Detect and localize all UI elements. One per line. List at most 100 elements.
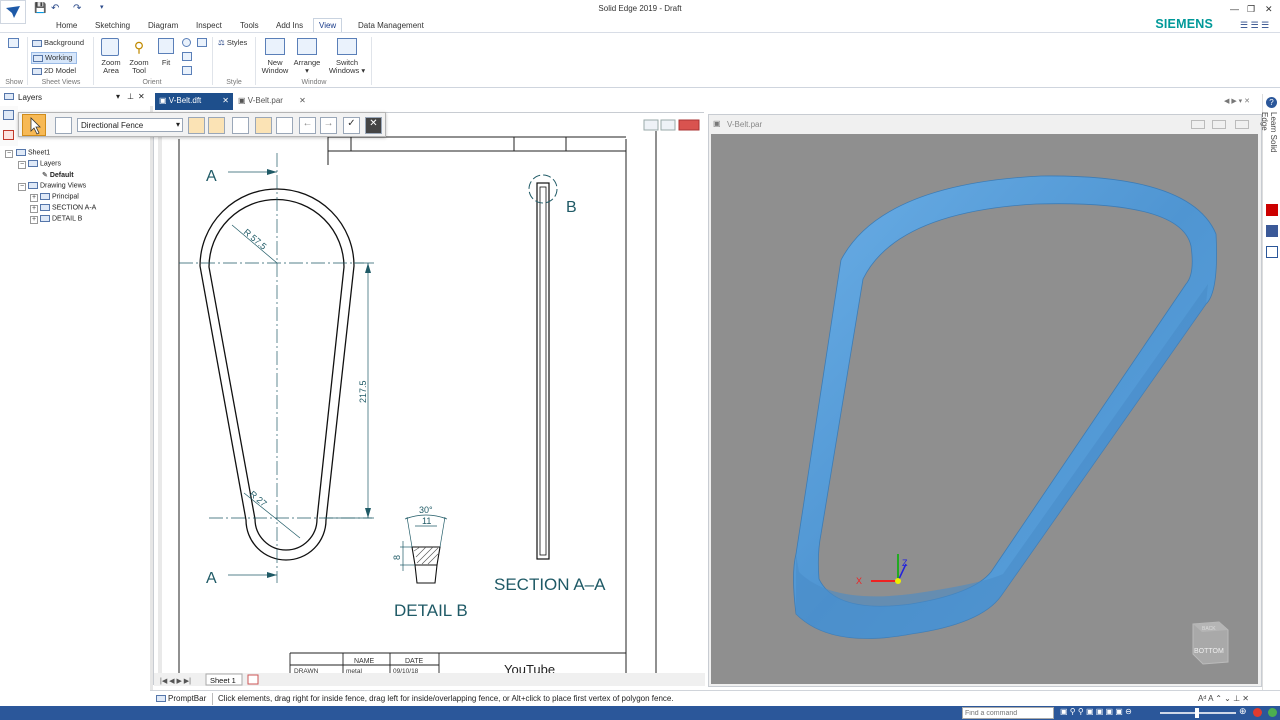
background-button[interactable]: Background [32, 39, 84, 47]
fence-check-icon[interactable] [232, 117, 249, 134]
redo-icon[interactable]: ↷ [73, 3, 81, 14]
styles-icon: ⚖ [218, 38, 225, 47]
tab-tools[interactable]: Tools [240, 21, 259, 30]
part-viewport[interactable]: X Z BACK BOTTOM [711, 134, 1258, 684]
zoom-tool-button[interactable]: ⚲ Zoom Tool [127, 38, 151, 75]
fit-icon [158, 38, 174, 54]
zoom-icon[interactable] [182, 38, 191, 47]
tab-view[interactable]: View [313, 18, 343, 32]
select-arrow-icon[interactable] [22, 114, 46, 136]
tree-view-section-a-a[interactable]: SECTION A-A [40, 204, 96, 211]
background-icon [32, 39, 42, 47]
title-block-date: DATE [405, 658, 423, 665]
part-window[interactable]: ▣ V-Belt.par X Z BACK BOTTOM [708, 114, 1262, 687]
zoom-area-button[interactable]: Zoom Area [99, 38, 123, 75]
tab-inspect[interactable]: Inspect [196, 21, 222, 30]
fence-mode-select[interactable]: Directional Fence ▾ [77, 118, 183, 132]
previous-view-icon[interactable] [182, 52, 192, 61]
fence-select-icon[interactable] [188, 117, 205, 134]
panel-dropdown-icon[interactable]: ▾ [116, 92, 120, 101]
2d-model-button[interactable]: 2D Model [32, 67, 76, 75]
panel-icon[interactable] [1266, 246, 1278, 258]
zoom-in-icon[interactable]: ⊕ [1239, 706, 1247, 717]
sheet-tab[interactable]: Sheet 1 [210, 676, 236, 685]
tree-view-detail-b[interactable]: DETAIL B [40, 215, 82, 222]
doc-tab-part[interactable]: ▣ V-Belt.par ✕ [238, 96, 306, 105]
doc-tab-draft[interactable]: ▣ V-Belt.dft ✕ [155, 93, 233, 110]
styles-button[interactable]: ⚖ Styles [218, 39, 247, 47]
facebook-icon[interactable] [1266, 225, 1278, 237]
rotate-icon[interactable] [182, 66, 192, 75]
axis-z-label: Z [902, 558, 908, 568]
tree-view-principal[interactable]: Principal [40, 193, 79, 200]
show-icon[interactable] [8, 38, 19, 48]
tree-sheet1[interactable]: Sheet1 [16, 149, 50, 156]
options-list-icon[interactable] [55, 117, 72, 134]
prompt-options-icons[interactable]: Aᵈ A ⌃ ⌄ ⊥ ✕ [1198, 694, 1249, 703]
save-icon[interactable]: 💾 [34, 3, 46, 14]
tab-diagram[interactable]: Diagram [148, 21, 178, 30]
restore-icon[interactable]: ❐ [1247, 4, 1255, 15]
cancel-x-icon[interactable]: ✕ [365, 117, 382, 134]
fence-rect-icon[interactable] [255, 117, 272, 134]
working-button[interactable]: Working [31, 52, 77, 64]
accept-check-icon[interactable]: ✓ [343, 117, 360, 134]
youtube-icon[interactable] [1266, 204, 1278, 216]
learn-solid-edge-tab[interactable]: Learn Solid Edge [1260, 112, 1278, 172]
delete-layer-icon[interactable] [3, 130, 14, 140]
arrange-button[interactable]: Arrange ▾ [291, 38, 323, 75]
help-icon[interactable]: ? [1266, 97, 1277, 108]
drawing-sheet[interactable]: A A R 57.5 R 27 217.5 B SECTION A–A 30° … [154, 113, 705, 686]
part-minimize-icon[interactable] [1191, 120, 1205, 129]
tab-scroll-icons[interactable]: ◀ ▶ ▾ ✕ [1224, 97, 1250, 105]
promptbar-label[interactable]: PromptBar [156, 694, 206, 703]
find-command-input[interactable] [962, 707, 1054, 719]
minimize-icon[interactable]: — [1230, 4, 1239, 14]
record-icon[interactable] [1253, 708, 1262, 717]
dim-height: 8 [392, 555, 402, 560]
application-button[interactable] [0, 0, 26, 24]
undo-icon[interactable]: ↶ [51, 3, 59, 14]
tab-add-ins[interactable]: Add Ins [276, 21, 303, 30]
panel-close-icon[interactable]: ✕ [138, 92, 145, 101]
fit-button[interactable]: Fit [156, 38, 176, 67]
sheet-nav-icons: |◀ ◀ ▶ ▶| [160, 678, 191, 685]
fence-polygon-icon[interactable] [276, 117, 293, 134]
dim-angle: 30° [419, 505, 433, 515]
tab-sketching[interactable]: Sketching [95, 21, 130, 30]
tab-home[interactable]: Home [56, 21, 77, 30]
tree-layer-default[interactable]: ✎ Default [42, 171, 74, 179]
title-bar: Solid Edge 2019 - Draft 💾 ↶ ↷ ▾ — ❐ ✕ [0, 0, 1280, 18]
zoom-slider-thumb[interactable] [1195, 708, 1199, 718]
back-arrow-icon[interactable]: ← [299, 117, 316, 134]
close-icon[interactable]: ✕ [1265, 4, 1273, 15]
document-tabs: ▣ V-Belt.dft ✕ ▣ V-Belt.par ✕ ◀ ▶ ▾ ✕ [150, 93, 1280, 111]
doc-tab-close-icon[interactable]: ✕ [299, 96, 306, 105]
zoom-tool-icon: ⚲ [133, 39, 145, 55]
view-cube-icon[interactable]: BACK BOTTOM [1192, 621, 1229, 665]
tree-drawing-views[interactable]: Drawing Views [28, 182, 86, 189]
panel-pin-icon[interactable]: ⊥ [127, 92, 134, 101]
new-layer-icon[interactable] [3, 110, 14, 120]
tree-layers[interactable]: Layers [28, 160, 61, 167]
switch-windows-button[interactable]: Switch Windows ▾ [328, 38, 366, 75]
tab-data-management[interactable]: Data Management [358, 21, 424, 30]
view-cube-top-label: BACK [1202, 626, 1216, 632]
fence-multi-icon[interactable] [208, 117, 225, 134]
layer-tree: − Sheet1 − Layers ✎ Default − Drawing Vi… [5, 149, 97, 224]
pan-icon[interactable] [197, 38, 207, 47]
draft-window[interactable]: A A R 57.5 R 27 217.5 B SECTION A–A 30° … [153, 112, 705, 686]
detail-view-label: DETAIL B [394, 601, 468, 620]
status-ok-icon[interactable] [1268, 708, 1277, 717]
new-window-button[interactable]: New Window [259, 38, 291, 75]
dim-length: 217.5 [358, 380, 368, 403]
help-options-icon[interactable]: ☰ ☰ ☰ [1240, 20, 1269, 31]
status-strip: ▣ ⚲ ⚲ ▣ ▣ ▣ ▣ ⊖ ⊕ [0, 706, 1280, 720]
forward-arrow-icon[interactable]: → [320, 117, 337, 134]
view-tools-icons[interactable]: ▣ ⚲ ⚲ ▣ ▣ ▣ ▣ ⊖ [1060, 707, 1132, 716]
draft-close-icon [678, 119, 700, 131]
part-restore-icon[interactable] [1212, 120, 1226, 129]
part-close-icon[interactable] [1235, 120, 1249, 129]
qat-customize-icon[interactable]: ▾ [100, 3, 104, 11]
doc-tab-close-icon[interactable]: ✕ [222, 96, 229, 105]
